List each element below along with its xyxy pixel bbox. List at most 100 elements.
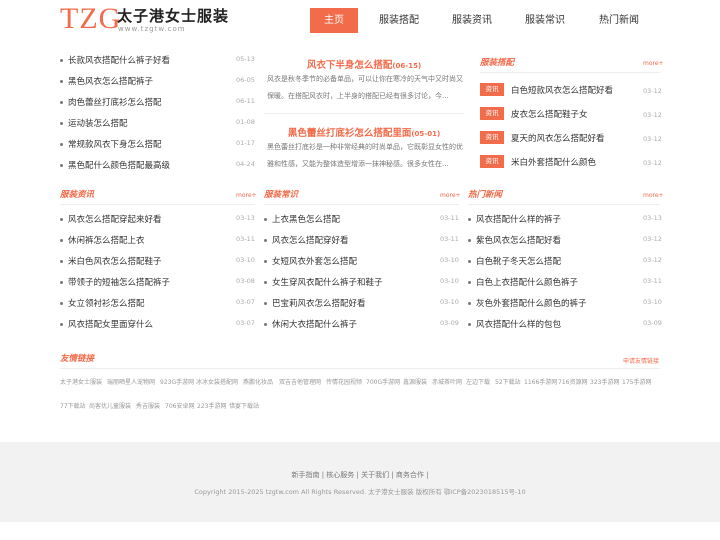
bullet-icon — [60, 218, 63, 221]
site-domain: www.tzgtw.com — [118, 25, 186, 33]
footer — [0, 442, 720, 522]
featured-title[interactable]: 风衣下半身怎么搭配(06-15) — [264, 57, 464, 71]
bullet-icon — [468, 260, 471, 263]
news-badge: 资讯 — [480, 83, 504, 96]
nav-dress-tips[interactable]: 服装常识 — [518, 8, 572, 33]
section-title-dress-match: 服装搭配 — [480, 58, 515, 68]
friend-link[interactable]: 太子港女士服装 — [60, 377, 102, 386]
friend-link[interactable]: 传情花园视频 — [326, 377, 362, 386]
friend-link[interactable]: 52下载站 — [495, 377, 521, 386]
nav-home[interactable]: 主页 — [310, 8, 358, 33]
date-label: 03-10 — [643, 298, 662, 306]
section-title-hot: 热门新闻 — [468, 190, 503, 200]
footer-link-service[interactable]: 核心服务 — [326, 471, 354, 479]
date-label: 03-10 — [440, 256, 459, 264]
date-label: 03-12 — [643, 159, 662, 167]
section-title-links: 友情链接 — [60, 354, 95, 364]
friend-link[interactable]: 燕鹏化妆品 — [243, 377, 273, 386]
news-badge: 资讯 — [480, 155, 504, 168]
footer-link-guide[interactable]: 新手指南 — [291, 471, 319, 479]
friend-link[interactable]: 鑫源服装 — [403, 377, 427, 386]
friend-link[interactable]: 175手游网 — [622, 377, 651, 386]
more-link[interactable]: more+ — [236, 192, 257, 199]
friend-link[interactable]: 1166手游网 — [524, 377, 557, 386]
divider — [60, 204, 255, 205]
friend-link[interactable]: 77下载站 — [60, 401, 86, 410]
nav-hot-news[interactable]: 热门新闻 — [592, 8, 646, 33]
nav-dress-match[interactable]: 服装搭配 — [372, 8, 426, 33]
bullet-icon — [60, 281, 63, 284]
nav-dress-news[interactable]: 服装资讯 — [445, 8, 499, 33]
date-label: 03-10 — [236, 256, 255, 264]
apply-link[interactable]: 申请友情链接 — [623, 356, 659, 365]
bullet-icon — [60, 143, 63, 146]
section-title-tips: 服装常识 — [264, 190, 299, 200]
featured-desc: 风衣是秋冬季节的必备单品，可以让你在寒冷的天气中又时尚又保暖。在搭配风衣时，上半… — [267, 75, 463, 100]
more-link[interactable]: more+ — [440, 192, 461, 199]
bullet-icon — [264, 302, 267, 305]
featured-title[interactable]: 黑色蕾丝打底衫怎么搭配里面(05-01) — [264, 125, 464, 139]
friend-link[interactable]: 923G手游网 — [160, 377, 194, 386]
date-label: 03-12 — [643, 235, 662, 243]
footer-links: 新手指南 | 核心服务 | 关于我们 | 商务合作 | — [291, 471, 429, 479]
friend-link[interactable]: 706安卓网 — [165, 401, 194, 410]
news-badge: 资讯 — [480, 107, 504, 120]
friend-link[interactable]: 双吉吉他管理网 — [279, 377, 321, 386]
friend-link[interactable]: 惜宴下载站 — [229, 401, 259, 410]
bullet-icon — [60, 59, 63, 62]
friend-link[interactable]: 赤城茶叶网 — [432, 377, 462, 386]
date-label: 03-12 — [643, 135, 662, 143]
date-label: 03-08 — [236, 277, 255, 285]
date-label: 03-13 — [643, 214, 662, 222]
date-label: 01-17 — [236, 139, 255, 147]
footer-link-business[interactable]: 商务合作 — [396, 471, 424, 479]
date-label: 01-08 — [236, 118, 255, 126]
date-label: 03-10 — [440, 277, 459, 285]
bullet-icon — [468, 239, 471, 242]
friend-link[interactable]: 秀吉服装 — [136, 401, 160, 410]
friend-link[interactable]: 瑞丽晒星人宠物网 — [107, 377, 155, 386]
friend-link[interactable]: 冰冰女装搭配网 — [196, 377, 238, 386]
bullet-icon — [264, 239, 267, 242]
date-label: 03-09 — [643, 319, 662, 327]
bullet-icon — [264, 260, 267, 263]
featured-desc: 黑色蕾丝打底衫是一种非常经典的时尚单品，它既彰显女性的优雅和性感，又能为整体造型… — [267, 143, 463, 168]
date-label: 03-11 — [440, 235, 459, 243]
date-label: 03-09 — [440, 319, 459, 327]
bullet-icon — [468, 218, 471, 221]
logo-mark[interactable]: TZG — [60, 2, 121, 36]
friend-link[interactable]: 323手游网 — [590, 377, 619, 386]
bullet-icon — [60, 80, 63, 83]
more-link[interactable]: more+ — [643, 60, 664, 67]
date-label: 03-12 — [643, 87, 662, 95]
date-label: 03-10 — [440, 298, 459, 306]
bullet-icon — [60, 302, 63, 305]
friend-link[interactable]: 716资源网 — [558, 377, 587, 386]
section-title-news: 服装资讯 — [60, 190, 95, 200]
more-link[interactable]: more+ — [643, 192, 664, 199]
divider — [468, 204, 660, 205]
date-label: 03-11 — [236, 235, 255, 243]
divider — [264, 204, 459, 205]
bullet-icon — [60, 101, 63, 104]
date-label: 03-07 — [236, 319, 255, 327]
friend-link[interactable]: 700G手游网 — [366, 377, 400, 386]
news-badge: 资讯 — [480, 131, 504, 144]
friend-link[interactable]: 223手游网 — [197, 401, 226, 410]
bullet-icon — [264, 218, 267, 221]
divider — [60, 368, 660, 369]
footer-link-about[interactable]: 关于我们 — [361, 471, 389, 479]
bullet-icon — [60, 239, 63, 242]
friend-link[interactable]: 左边下载 — [466, 377, 490, 386]
bullet-icon — [468, 281, 471, 284]
date-label: 03-11 — [643, 277, 662, 285]
date-label: 03-11 — [440, 214, 459, 222]
site-title[interactable]: 太子港女士服装 — [117, 5, 229, 26]
bullet-icon — [264, 323, 267, 326]
date-label: 04-24 — [236, 160, 255, 168]
bullet-icon — [60, 260, 63, 263]
bullet-icon — [60, 164, 63, 167]
footer-copyright: Copyright 2015-2025 tzgtw.com All Rights… — [194, 488, 526, 496]
friend-link[interactable]: 尚客优儿童服装 — [89, 401, 131, 410]
bullet-icon — [468, 302, 471, 305]
